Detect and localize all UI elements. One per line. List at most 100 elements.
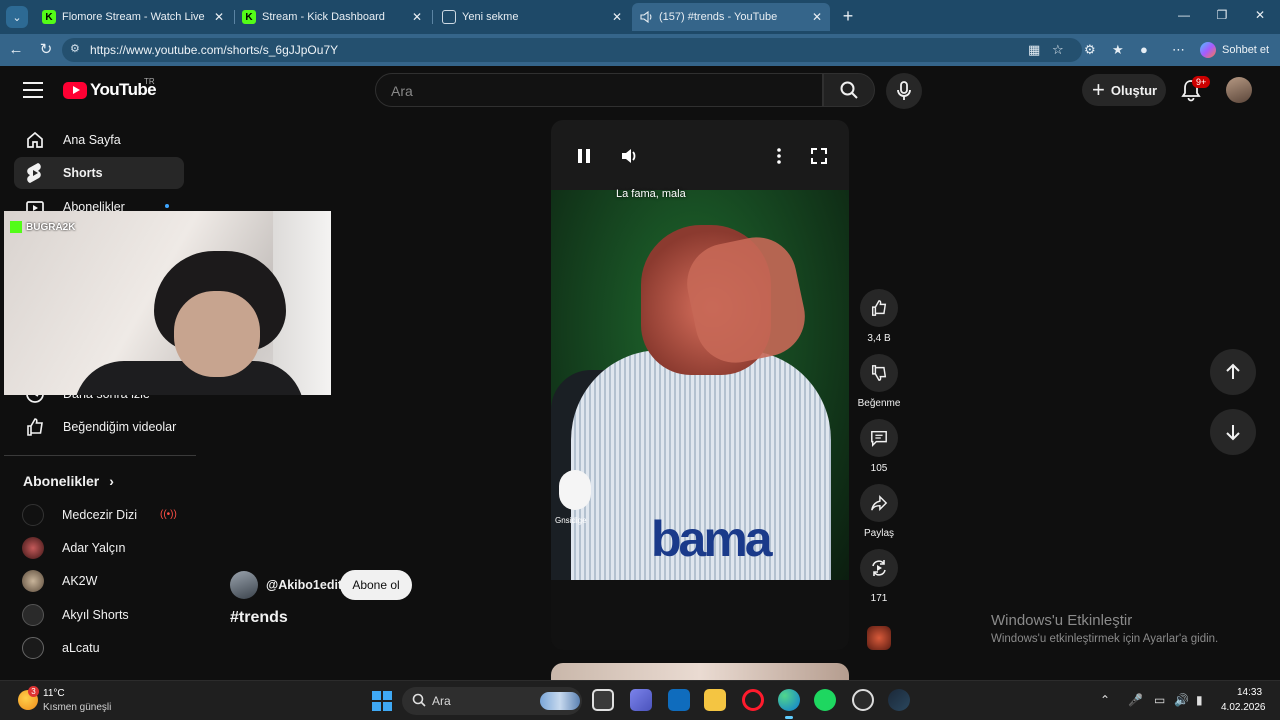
app-available-icon[interactable]: ▦ (1028, 42, 1040, 58)
plus-icon: + (1092, 77, 1105, 102)
tray-microphone-icon[interactable]: 🎤 (1128, 693, 1143, 707)
obs-icon[interactable] (852, 689, 874, 711)
like-button[interactable] (860, 289, 898, 327)
opera-icon[interactable] (742, 689, 764, 711)
tray-speaker-icon[interactable]: 🔊 (1174, 693, 1189, 707)
sidebar-item-shorts[interactable]: Shorts (14, 157, 184, 189)
teams-icon[interactable] (630, 689, 652, 711)
pause-icon[interactable] (573, 145, 595, 167)
new-tab-icon (442, 10, 456, 24)
remix-button[interactable] (860, 549, 898, 587)
comments-button[interactable] (860, 419, 898, 457)
search-input[interactable]: Ara (375, 73, 823, 107)
subscription-item[interactable]: Adar Yalçın (14, 532, 184, 564)
shorts-video-player[interactable]: bama Gnsidige (551, 120, 849, 650)
tab-separator (432, 10, 433, 24)
voice-search-button[interactable] (886, 73, 922, 109)
copilot-chat-button[interactable]: Sohbet et (1200, 40, 1269, 60)
fullscreen-icon[interactable] (808, 145, 830, 167)
network-icon[interactable]: ▭ (1154, 693, 1165, 707)
subscribe-button[interactable]: Abone ol (340, 570, 412, 600)
channel-avatar[interactable] (230, 571, 258, 599)
extensions-icon[interactable]: ⚙ (1084, 42, 1096, 58)
site-info-icon[interactable]: ⚙ (70, 42, 84, 56)
create-button[interactable]: + Oluştur (1082, 74, 1166, 106)
close-tab-icon[interactable]: ✕ (612, 10, 622, 24)
profile-icon[interactable]: ● (1140, 42, 1148, 57)
task-view-icon[interactable] (592, 689, 614, 711)
sound-thumbnail[interactable] (867, 626, 891, 650)
tab-actions-menu-icon[interactable]: ⌄ (6, 6, 28, 28)
tab-youtube-trends[interactable]: (157) #trends - YouTube ✕ (632, 3, 830, 31)
url-text[interactable]: https://www.youtube.com/shorts/s_6gJJpOu… (90, 43, 338, 57)
share-button[interactable] (860, 484, 898, 522)
tab-new-tab[interactable]: Yeni sekme ✕ (434, 3, 630, 31)
subscription-item[interactable]: AK2W (14, 565, 184, 597)
close-tab-icon[interactable]: ✕ (214, 10, 224, 24)
minimize-icon[interactable]: — (1174, 8, 1194, 22)
arrow-up-icon (1226, 363, 1240, 379)
address-bar-row: ← ↻ ⚙ https://www.youtube.com/shorts/s_6… (0, 34, 1280, 66)
channel-name[interactable]: @Akibo1edit (266, 578, 342, 592)
like-count: 3,4 B (867, 333, 891, 344)
tab-flomore-stream[interactable]: K Flomore Stream - Watch Live on K ✕ (34, 3, 232, 31)
subscription-item[interactable]: Akyıl Shorts (14, 599, 184, 631)
youtube-logo[interactable]: YouTube (63, 80, 157, 100)
steam-icon[interactable] (888, 689, 910, 711)
jersey-sponsor-text: bama (651, 511, 773, 567)
live-indicator-icon: ((•)) (160, 509, 177, 520)
url-field[interactable]: ⚙ https://www.youtube.com/shorts/s_6gJJp… (62, 38, 1082, 62)
comment-count: 105 (870, 463, 888, 474)
file-explorer-icon[interactable] (704, 689, 726, 711)
channel-avatar (22, 604, 44, 626)
kick-icon: K (242, 10, 256, 24)
account-avatar[interactable] (1226, 77, 1252, 103)
youtube-page: YouTube TR Ara + Oluştur 9+ Ana Sayfa Sh… (4, 67, 1276, 680)
favorites-icon[interactable]: ★ (1112, 42, 1124, 58)
volume-icon[interactable] (618, 145, 640, 167)
search-icon (840, 81, 858, 99)
hamburger-menu-icon[interactable] (23, 82, 43, 98)
new-tab-plus-icon[interactable]: + (838, 6, 858, 26)
subscriptions-heading[interactable]: Abonelikler › (23, 473, 114, 489)
short-title[interactable]: #trends (230, 609, 288, 627)
windows-start-icon[interactable] (372, 691, 392, 711)
speaker-icon[interactable] (640, 11, 654, 23)
sidebar-item-home[interactable]: Ana Sayfa (14, 124, 184, 156)
edge-icon[interactable] (778, 689, 800, 719)
tray-overflow-chevron-icon[interactable]: ⌃ (1100, 693, 1110, 707)
comment-icon (871, 430, 887, 447)
tab-kick-dashboard[interactable]: K Stream - Kick Dashboard ✕ (234, 3, 430, 31)
share-arrow-icon (871, 494, 888, 512)
previous-short-button[interactable] (1210, 349, 1256, 395)
dislike-button[interactable] (860, 354, 898, 392)
weather-description[interactable]: Kısmen güneşli (43, 702, 111, 713)
windows-activation-title: Windows'u Etkinleştir (991, 612, 1133, 629)
clock-time[interactable]: 14:33 (1237, 687, 1262, 698)
close-tab-icon[interactable]: ✕ (812, 10, 822, 24)
more-menu-icon[interactable]: ⋯ (1172, 42, 1185, 58)
next-short-button[interactable] (1210, 409, 1256, 455)
back-arrow-icon[interactable]: ← (6, 40, 26, 60)
search-button[interactable] (823, 73, 875, 107)
more-options-icon[interactable] (768, 145, 790, 167)
battery-icon[interactable]: ▮ (1196, 693, 1203, 707)
close-window-icon[interactable]: ✕ (1250, 8, 1270, 22)
favorite-star-icon[interactable]: ☆ (1052, 42, 1064, 58)
store-icon[interactable] (668, 689, 690, 711)
sidebar-item-liked-videos[interactable]: Beğendiğim videolar (14, 411, 184, 443)
thumbs-up-icon (871, 300, 887, 316)
maximize-icon[interactable]: ❐ (1212, 8, 1232, 22)
video-frame[interactable]: bama Gnsidige (551, 190, 849, 580)
subscription-item[interactable]: Medcezir Dizi (14, 499, 184, 531)
player-controls-bar (551, 120, 849, 190)
next-short-preview[interactable] (551, 663, 849, 680)
close-tab-icon[interactable]: ✕ (412, 10, 422, 24)
remix-count: 171 (870, 593, 888, 604)
weather-temperature[interactable]: 11°C (43, 688, 65, 699)
subscription-item[interactable]: aLcatu (14, 632, 184, 664)
clock-date[interactable]: 4.02.2026 (1221, 702, 1266, 713)
spotify-icon[interactable] (814, 689, 836, 711)
refresh-icon[interactable]: ↻ (36, 40, 56, 60)
taskbar-search-box[interactable]: Ara (402, 687, 582, 715)
